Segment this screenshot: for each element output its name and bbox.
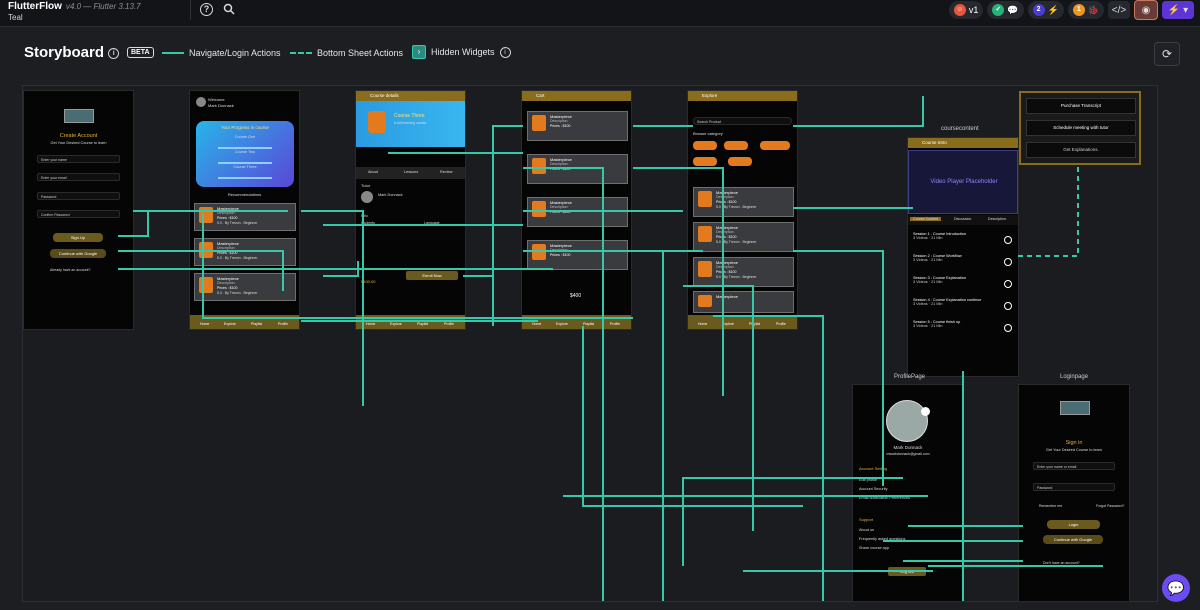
top-bar: FlutterFlow v4.0 — Flutter 3.13.7 Teal ? …	[0, 0, 1200, 27]
info-icon[interactable]: i	[108, 47, 120, 59]
app-name: FlutterFlow	[8, 1, 62, 12]
bugs-pill[interactable]: 1 🐞	[1067, 1, 1104, 19]
navigation-wire	[633, 167, 724, 396]
warning-count-badge: 2	[1032, 4, 1045, 16]
check-icon: ✓	[992, 4, 1005, 16]
help-icon[interactable]: ?	[200, 3, 213, 16]
search-icon[interactable]	[222, 3, 236, 17]
bug-count-badge: 1	[1072, 4, 1085, 16]
legend-sheet: Bottom Sheet Actions	[290, 48, 403, 58]
code-icon[interactable]: </>	[1108, 1, 1130, 19]
lightning-icon: ⚡	[1047, 4, 1059, 15]
legend-navigate-label: Navigate/Login Actions	[189, 48, 281, 58]
preview-eye-icon[interactable]: ◉	[1134, 0, 1158, 20]
navigation-wire	[713, 315, 824, 601]
navigation-wire	[793, 250, 884, 486]
run-button[interactable]: ⚡ ▾	[1162, 1, 1194, 19]
comment-icon: 💬	[1007, 4, 1019, 15]
info-icon[interactable]: i	[499, 46, 511, 58]
project-name[interactable]: Teal	[8, 13, 23, 22]
navigation-wire	[523, 167, 604, 601]
navigation-wire	[683, 285, 754, 531]
navigation-wire	[523, 250, 664, 601]
flutter-version: — Flutter 3.13.7	[83, 2, 141, 11]
branch-label: v1	[968, 5, 979, 15]
dashed-line-icon	[290, 52, 312, 54]
solid-line-icon	[162, 52, 184, 54]
app-brand: FlutterFlow v4.0 — Flutter 3.13.7	[8, 1, 141, 12]
legend-hidden[interactable]: › Hidden Widgets i	[412, 45, 511, 59]
refresh-button[interactable]: ⟳	[1154, 42, 1180, 66]
beta-badge: BETA	[127, 47, 154, 58]
navigation-wire	[118, 250, 284, 291]
avatar-icon: ☺	[953, 4, 966, 16]
navigation-wire	[682, 477, 903, 566]
divider	[190, 0, 191, 20]
legend-navigate: Navigate/Login Actions	[162, 48, 281, 58]
status-pill[interactable]: ✓ 💬	[987, 1, 1024, 19]
navigation-wire	[301, 210, 364, 406]
warnings-pill[interactable]: 2 ⚡	[1027, 1, 1064, 19]
navigation-wire	[202, 214, 583, 319]
legend-hidden-label: Hidden Widgets	[431, 47, 495, 57]
navigation-wire	[492, 125, 523, 318]
version-number: v4.0	[65, 2, 82, 11]
navigation-wire	[118, 211, 149, 237]
legend-sheet-label: Bottom Sheet Actions	[317, 48, 404, 58]
app-version: v4.0 — Flutter 3.13.7	[66, 2, 141, 11]
chat-support-icon[interactable]: 💬	[1162, 574, 1190, 602]
navigation-wire	[793, 96, 924, 127]
page-title-text: Storyboard	[24, 44, 105, 61]
navigation-wire	[962, 371, 1103, 567]
branch-selector[interactable]: ☺ v1	[948, 1, 984, 19]
chevron-right-icon: ›	[412, 45, 426, 59]
page-title: Storyboard i	[24, 44, 120, 61]
storyboard-header: Storyboard i BETA Navigate/Login Actions…	[0, 40, 1200, 68]
toolbar-right: ☺ v1 ✓ 💬 2 ⚡ 1 🐞 </> ◉ ⚡ ▾	[948, 0, 1200, 20]
storyboard-canvas[interactable]: Create Account Get Your Desired Course t…	[22, 85, 1158, 602]
bug-icon: 🐞	[1087, 4, 1099, 15]
navigation-wires	[118, 96, 1103, 601]
bottom-sheet-wire	[1018, 166, 1079, 257]
